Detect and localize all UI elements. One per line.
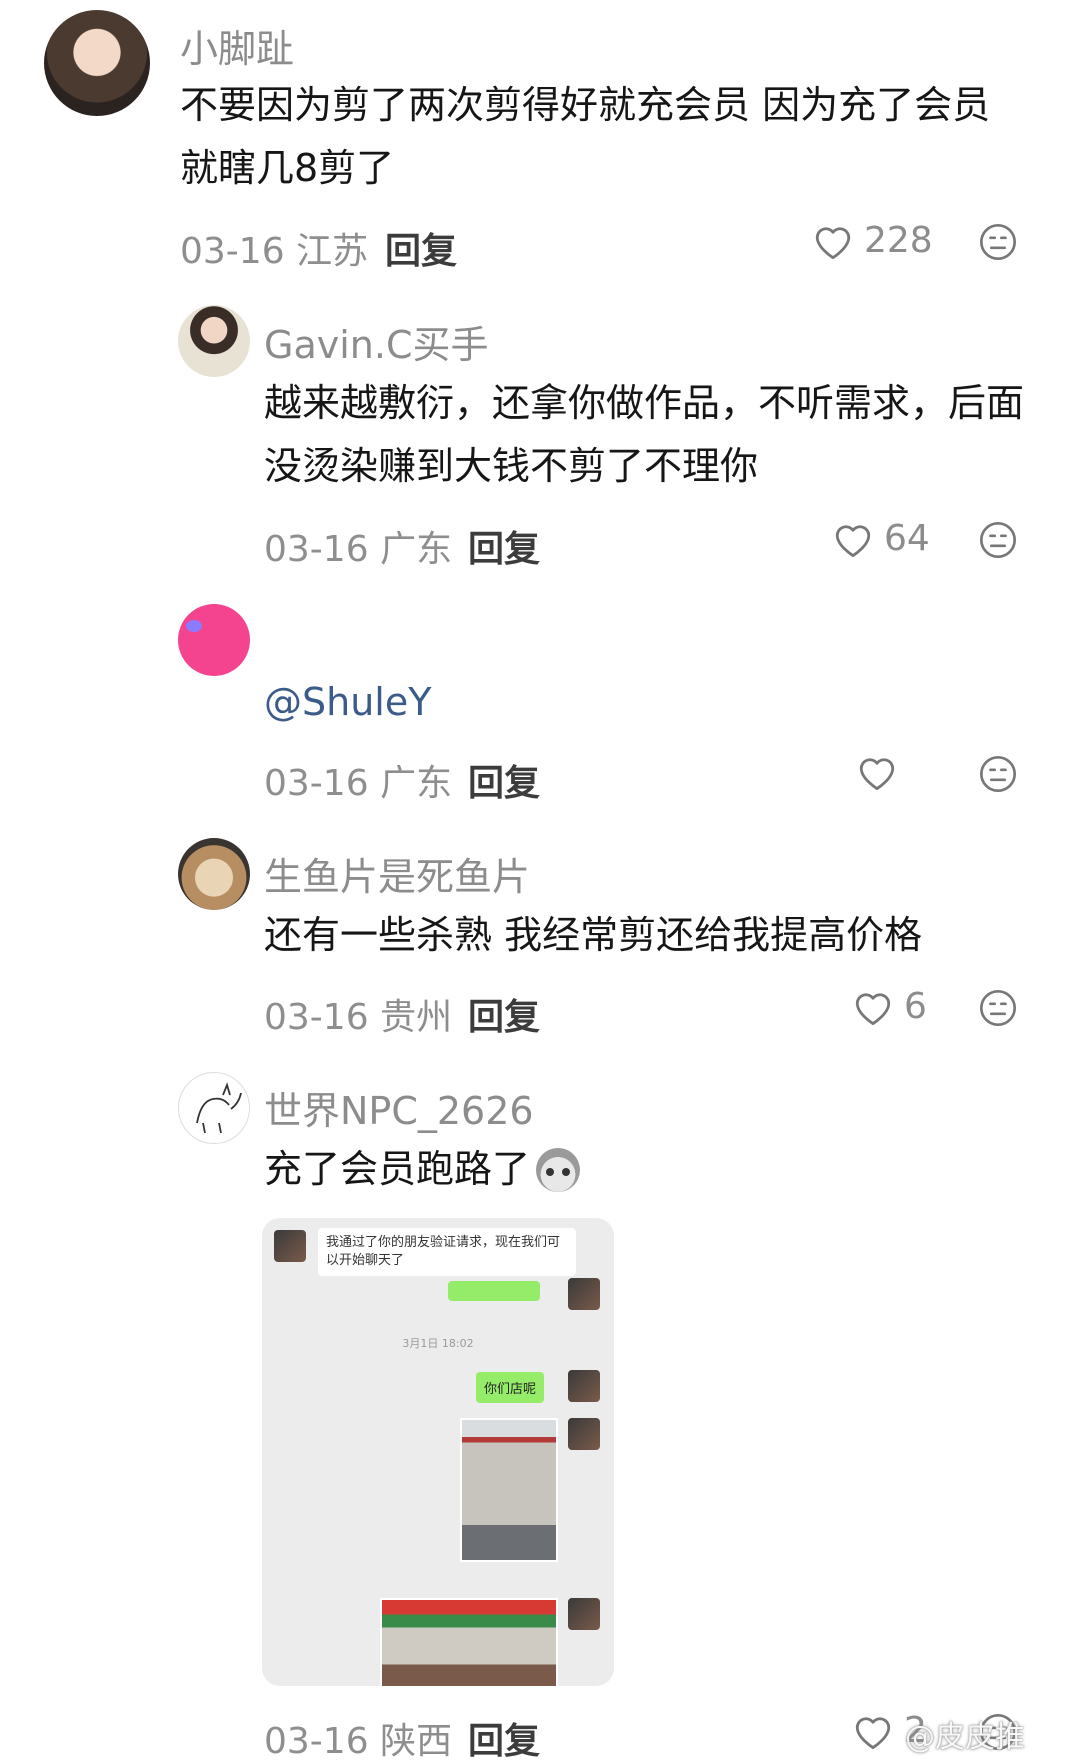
comment-meta: 03-16 广东: [264, 520, 452, 572]
comment-username[interactable]: Gavin.C买手: [264, 314, 488, 369]
reply-button[interactable]: 回复: [468, 754, 540, 806]
cat-emoji-icon: [536, 1147, 581, 1192]
avatar-dog[interactable]: [178, 838, 250, 910]
weibo-watermark: @皮皮推: [905, 1720, 1025, 1755]
like-button[interactable]: 228: [812, 220, 933, 261]
chat-avatar-right: [568, 1278, 600, 1310]
like-count: 6: [904, 986, 927, 1027]
comment-content: 越来越敷衍，还拿你做作品，不听需求，后面没烫染赚到大钱不剪了不理你: [264, 381, 1025, 488]
comment-meta: 03-16 广东: [264, 754, 452, 806]
heart-outline-icon: [859, 758, 895, 791]
comment-location: 广东: [380, 529, 453, 570]
chat-avatar-right: [568, 1598, 600, 1630]
chat-message-bubble: 你们店呢: [476, 1372, 545, 1403]
comment-location: 贵州: [380, 997, 453, 1038]
reply-button[interactable]: 回复: [468, 988, 540, 1040]
comment-meta: 03-16 陕西: [264, 1712, 452, 1764]
comment-date: 03-16: [264, 763, 369, 804]
comment-username[interactable]: 小脚趾: [180, 18, 294, 73]
chat-avatar-right: [568, 1418, 600, 1450]
heart-outline-icon: [815, 226, 851, 259]
avatar-gavin[interactable]: [178, 305, 250, 377]
neutral-face-icon[interactable]: [978, 520, 1018, 560]
reply-button[interactable]: 回复: [468, 520, 540, 572]
avatar-eye-icon: [186, 620, 202, 632]
comment-text: 充了会员跑路了: [264, 1147, 531, 1191]
heart-outline-icon: [855, 1716, 891, 1749]
comment-date: 03-16: [264, 529, 369, 570]
chat-screenshot-image[interactable]: 我通过了你的朋友验证请求，现在我们可以开始聊天了 3月1日 18:02 你们店呢: [262, 1218, 614, 1686]
neutral-face-icon[interactable]: [978, 988, 1018, 1028]
chat-blurred-bubble: [448, 1281, 540, 1301]
comment-content: 还有一些杀熟 我经常剪还给我提高价格: [264, 913, 923, 957]
chat-avatar-right: [568, 1370, 600, 1402]
comment-content: @ShuleY: [264, 671, 431, 734]
avatar-cat-sketch[interactable]: [178, 1072, 250, 1144]
comment-date: 03-16: [180, 231, 285, 272]
chat-avatar-left: [274, 1230, 306, 1262]
chat-system-message: 我通过了你的朋友验证请求，现在我们可以开始聊天了: [318, 1228, 576, 1276]
heart-outline-icon: [835, 524, 871, 557]
neutral-face-icon[interactable]: [978, 754, 1018, 794]
like-button[interactable]: 6: [852, 986, 927, 1027]
neutral-face-icon[interactable]: [978, 222, 1018, 262]
comment-content: 充了会员跑路了: [264, 1138, 581, 1201]
like-count: 64: [884, 518, 930, 559]
avatar-pink[interactable]: [178, 604, 250, 676]
comment-location: 江苏: [296, 231, 369, 272]
comment-meta: 03-16 江苏: [180, 222, 368, 274]
reply-button[interactable]: 回复: [385, 222, 457, 274]
comment-username[interactable]: 生鱼片是死鱼片: [264, 846, 530, 901]
chat-timestamp: 3月1日 18:02: [402, 1337, 474, 1350]
chat-photo-storefront: [460, 1418, 558, 1562]
mention-link[interactable]: @ShuleY: [264, 680, 431, 724]
cat-sketch-icon: [196, 1082, 242, 1134]
like-button[interactable]: [856, 752, 898, 792]
comment-location: 陕西: [380, 1721, 453, 1762]
comment-username[interactable]: 世界NPC_2626: [264, 1080, 534, 1135]
comment-meta: 03-16 贵州: [264, 988, 452, 1040]
avatar-xiaojiaozhi[interactable]: [44, 10, 150, 116]
comment-content: 不要因为剪了两次剪得好就充会员 因为充了会员就瞎几8剪了: [180, 83, 991, 190]
comment-date: 03-16: [264, 1721, 369, 1762]
reply-button[interactable]: 回复: [468, 1712, 540, 1764]
like-count: 228: [864, 220, 933, 261]
chat-photo-shopfront: [380, 1598, 558, 1686]
heart-outline-icon: [855, 992, 891, 1025]
like-button[interactable]: 64: [832, 518, 930, 559]
comment-date: 03-16: [264, 997, 369, 1038]
comment-location: 广东: [380, 763, 453, 804]
